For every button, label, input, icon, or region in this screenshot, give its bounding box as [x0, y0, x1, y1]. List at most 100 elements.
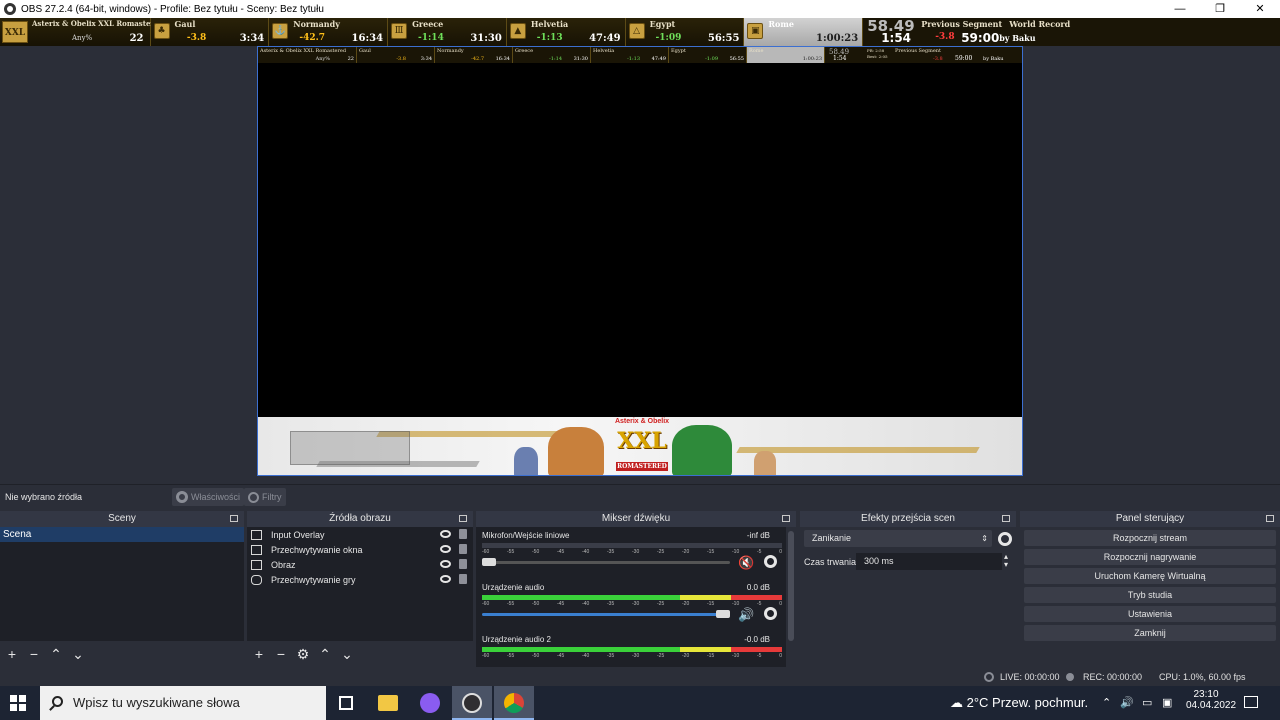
- muted-speaker-icon[interactable]: 🔇: [738, 555, 754, 571]
- mini-split-segment: Egypt -1:09 56:55: [669, 47, 747, 63]
- scale-tick: -15: [707, 601, 715, 607]
- settings-button[interactable]: Ustawienia: [1024, 606, 1276, 622]
- visibility-eye-icon[interactable]: [440, 560, 451, 568]
- close-button[interactable]: ✕: [1240, 0, 1280, 18]
- gear-icon[interactable]: [764, 555, 777, 568]
- gear-icon[interactable]: [998, 532, 1012, 546]
- gear-icon[interactable]: [764, 607, 777, 620]
- rec-indicator-icon: [1066, 673, 1074, 681]
- source-item[interactable]: Input Overlay: [247, 527, 473, 542]
- meter-scale: -60 -55 -50 -45 -40 -35 -30 -25 -20 -15 -10 -5 0: [482, 601, 782, 609]
- float-dock-icon[interactable]: [1266, 515, 1274, 522]
- duration-spinner[interactable]: ▴ ▾: [1004, 553, 1008, 569]
- source-properties-button[interactable]: ⚙: [295, 646, 311, 662]
- split-segment: △ Egypt -1:09 56:55: [625, 18, 745, 46]
- start-recording-button[interactable]: Rozpocznij nagrywanie: [1024, 549, 1276, 565]
- mini-split-segment: Gaul -3.8 3:34: [357, 47, 435, 63]
- float-dock-icon[interactable]: [1002, 515, 1010, 522]
- scale-tick: -20: [682, 601, 690, 607]
- start-streaming-button[interactable]: Rozpocznij stream: [1024, 530, 1276, 546]
- minimize-button[interactable]: —: [1160, 0, 1200, 18]
- input-overlay-keyboard: [290, 431, 410, 465]
- segment-name: Egypt: [649, 19, 676, 29]
- scale-tick: -20: [682, 549, 690, 555]
- scenes-title: Sceny: [108, 513, 136, 524]
- source-item[interactable]: Przechwytywanie okna: [247, 542, 473, 557]
- scale-tick: -25: [657, 549, 665, 555]
- volume-slider[interactable]: [482, 558, 730, 566]
- lock-icon[interactable]: [459, 574, 467, 584]
- float-dock-icon[interactable]: [459, 515, 467, 522]
- exit-button[interactable]: Zamknij: [1024, 625, 1276, 641]
- mini-segment-name: Gaul: [359, 48, 371, 54]
- volume-slider[interactable]: [482, 610, 730, 618]
- float-dock-icon[interactable]: [782, 515, 790, 522]
- sources-toolbar: + − ⚙ ⌃ ⌄: [247, 641, 473, 667]
- slider-knob[interactable]: [482, 558, 496, 566]
- remove-scene-button[interactable]: −: [26, 646, 42, 662]
- move-scene-up-button[interactable]: ⌃: [48, 646, 64, 662]
- scale-tick: -45: [557, 601, 565, 607]
- battery-tray-icon[interactable]: ▭: [1142, 696, 1152, 709]
- windows-start-icon[interactable]: [10, 695, 26, 711]
- properties-button[interactable]: Właściwości: [172, 488, 245, 506]
- scrollbar-thumb[interactable]: [788, 531, 794, 641]
- slider-knob[interactable]: [716, 610, 730, 618]
- move-source-up-button[interactable]: ⌃: [317, 646, 333, 662]
- move-scene-down-button[interactable]: ⌄: [70, 646, 86, 662]
- studio-mode-button[interactable]: Tryb studia: [1024, 587, 1276, 603]
- banner-logo: XXL ROMASTERED: [610, 421, 674, 473]
- scene-item[interactable]: Scena: [0, 527, 244, 542]
- search-icon: [52, 696, 63, 707]
- add-source-button[interactable]: +: [251, 646, 267, 662]
- remove-source-button[interactable]: −: [273, 646, 289, 662]
- lock-icon[interactable]: [459, 559, 467, 569]
- filters-button[interactable]: Filtry: [244, 488, 286, 506]
- float-dock-icon[interactable]: [230, 515, 238, 522]
- scale-tick: -45: [557, 653, 565, 659]
- app-icon-purple[interactable]: [410, 686, 450, 720]
- lock-icon[interactable]: [459, 529, 467, 539]
- mixer-scrollbar[interactable]: [786, 527, 796, 667]
- add-scene-button[interactable]: +: [4, 646, 20, 662]
- tray-expand-icon[interactable]: ⌃: [1102, 696, 1111, 709]
- controls-dock: Panel sterujący Rozpocznij stream Rozpoc…: [1020, 511, 1280, 667]
- start-virtual-camera-button[interactable]: Uruchom Kamerę Wirtualną: [1024, 568, 1276, 584]
- mini-segment-time: 56:55: [729, 56, 744, 62]
- rec-timer: REC: 00:00:00: [1083, 672, 1143, 682]
- scale-tick: 0: [779, 653, 782, 659]
- obs-taskbar-icon[interactable]: [452, 686, 492, 720]
- source-item[interactable]: Obraz: [247, 557, 473, 572]
- duration-input[interactable]: 300 ms: [856, 553, 1002, 570]
- meter-scale: -60 -55 -50 -45 -40 -35 -30 -25 -20 -15 -10 -5 0: [482, 653, 782, 661]
- volume-tray-icon[interactable]: 🔊: [1120, 696, 1134, 709]
- transition-select[interactable]: Zanikanie ⇕: [804, 530, 992, 547]
- taskbar-search[interactable]: Wpisz tu wyszukiwane słowa: [40, 686, 326, 720]
- mini-segment-timer: 1:54: [833, 55, 847, 62]
- mini-segment-time: 1:00:23: [802, 56, 822, 62]
- system-clock[interactable]: 23:10 04.04.2022: [1186, 689, 1236, 711]
- split-segment: ♣ Gaul -3.8 3:34: [150, 18, 270, 46]
- scenes-dock: Sceny Scena + − ⌃ ⌄: [0, 511, 244, 667]
- chrome-taskbar-icon[interactable]: [494, 686, 534, 720]
- weather-widget[interactable]: ☁ 2°C Przew. pochmur.: [950, 695, 1088, 711]
- source-item[interactable]: Przechwytywanie gry: [247, 572, 473, 587]
- scale-tick: 0: [779, 549, 782, 555]
- task-view-icon[interactable]: [326, 686, 366, 720]
- visibility-eye-icon[interactable]: [440, 575, 451, 583]
- restore-button[interactable]: ❐: [1200, 0, 1240, 18]
- split-segment: ⚓ Normandy -42.7 16:34: [269, 18, 389, 46]
- scale-tick: -15: [707, 549, 715, 555]
- speaker-icon[interactable]: 🔊: [738, 607, 754, 623]
- move-source-down-button[interactable]: ⌄: [339, 646, 355, 662]
- lock-icon[interactable]: [459, 544, 467, 554]
- splits-summary: 58.49 1:54 Previous Segment World Record…: [863, 17, 1280, 46]
- network-tray-icon[interactable]: ▣: [1162, 696, 1172, 709]
- visibility-eye-icon[interactable]: [440, 545, 451, 553]
- file-explorer-icon[interactable]: [368, 686, 408, 720]
- notification-icon[interactable]: [1244, 696, 1258, 708]
- visibility-eye-icon[interactable]: [440, 530, 451, 538]
- transitions-dock: Efekty przejścia scen Zanikanie ⇕ Czas t…: [800, 511, 1016, 667]
- preview-canvas[interactable]: Asterix & Obelix XXL Romastered Any% 22 …: [257, 46, 1023, 476]
- transitions-dock-header: Efekty przejścia scen: [800, 511, 1016, 527]
